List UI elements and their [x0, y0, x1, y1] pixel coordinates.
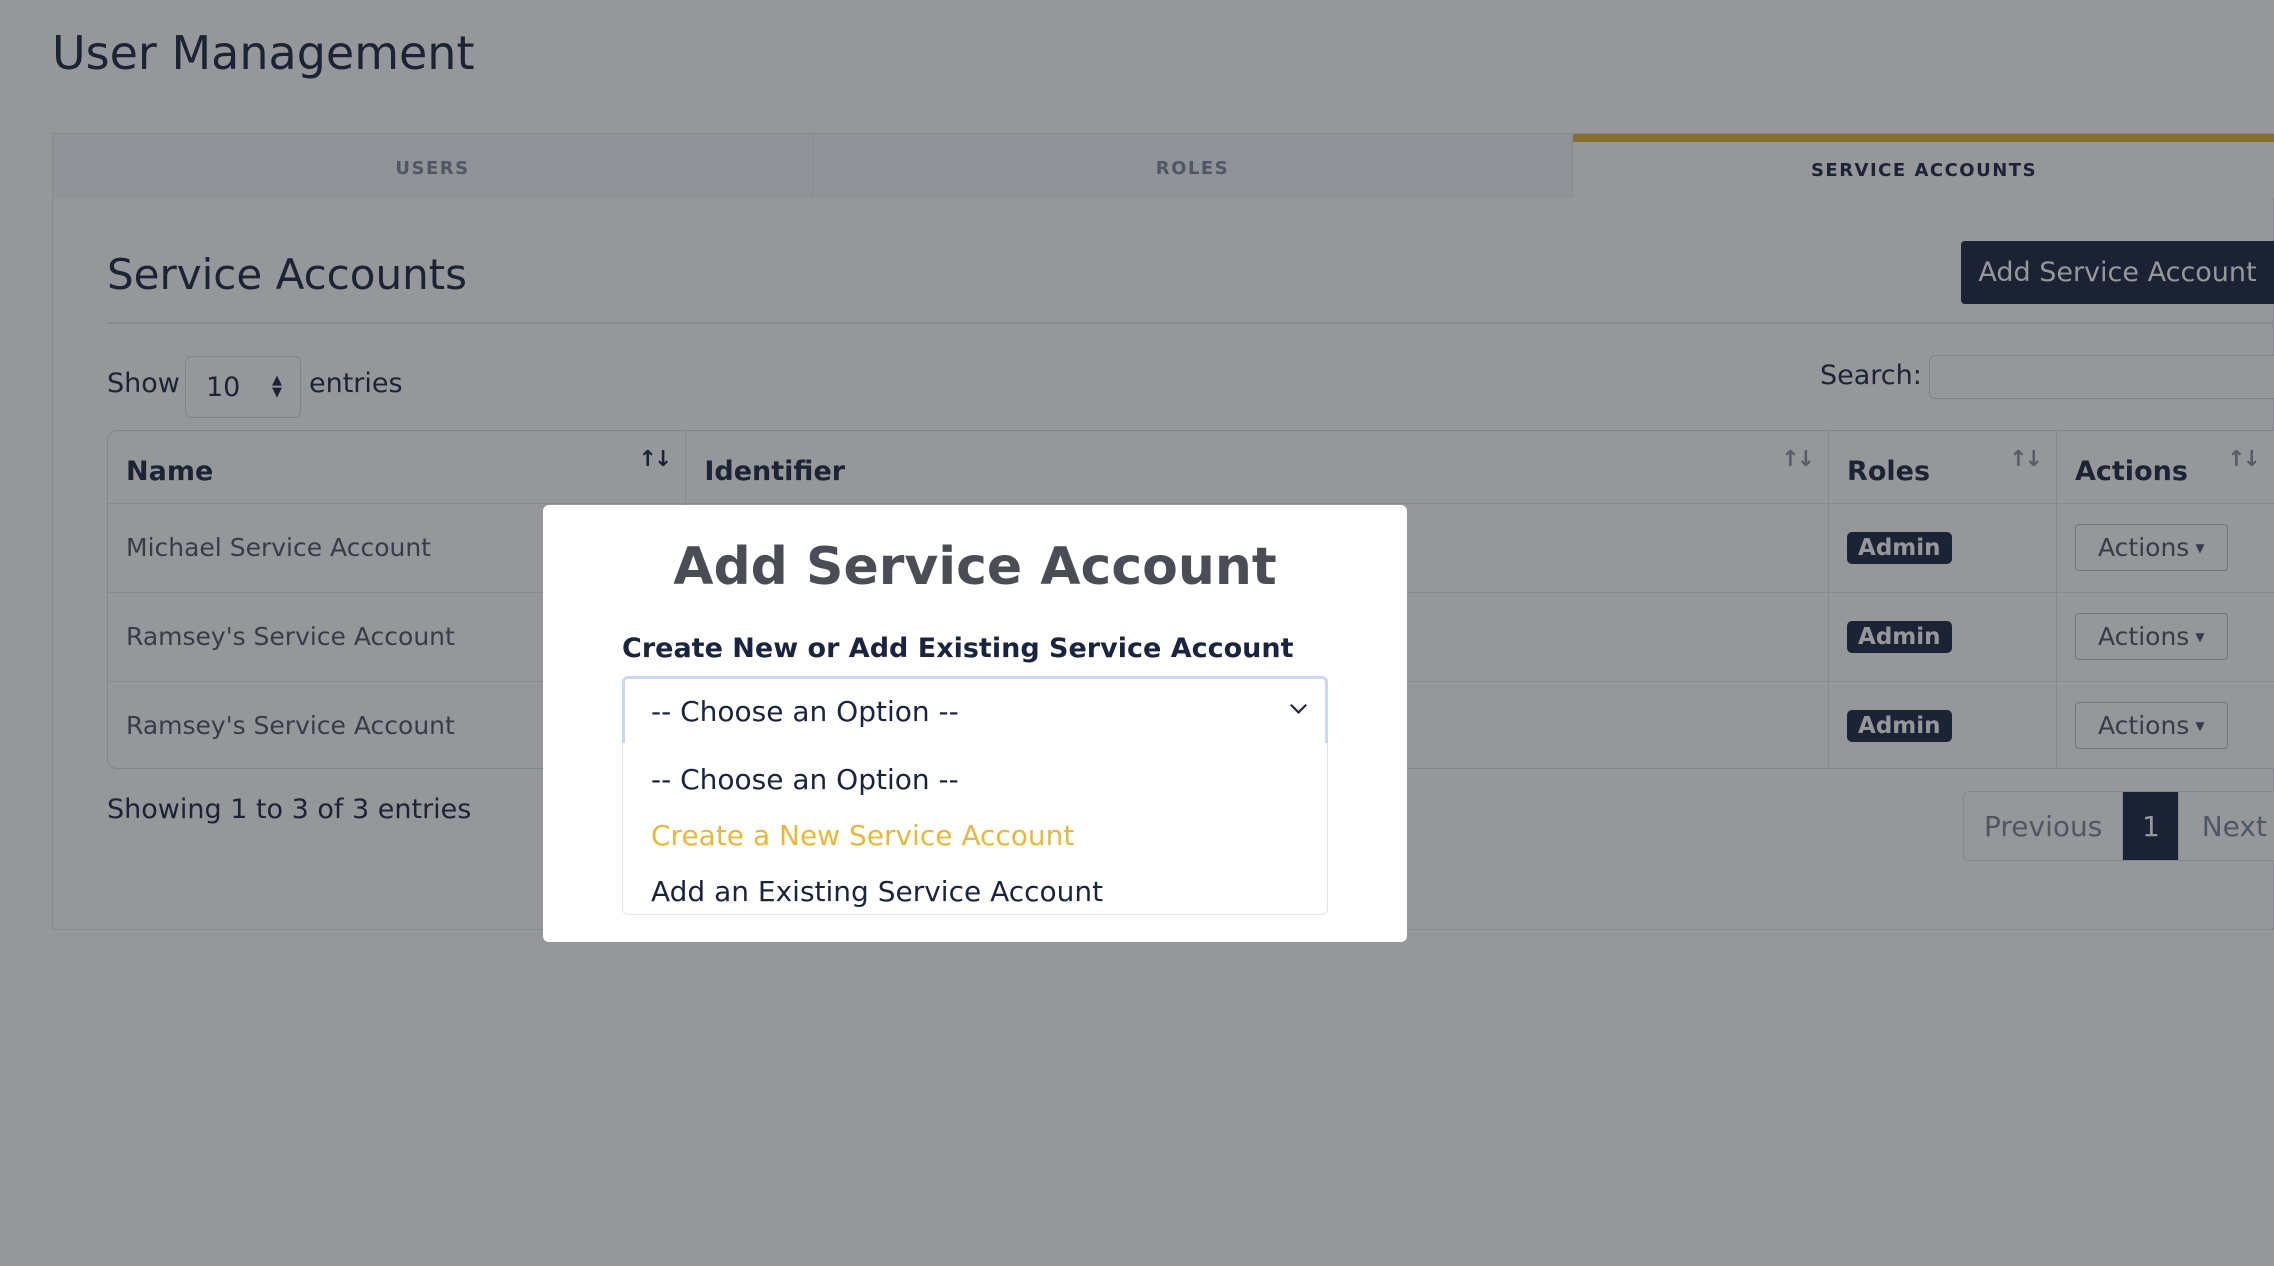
modal-title: Add Service Account: [673, 537, 1277, 597]
add-service-account-modal: Add Service Account Create New or Add Ex…: [543, 505, 1407, 942]
select-dropdown-list: -- Choose an Option -- Create a New Serv…: [622, 743, 1328, 915]
chevron-down-icon: [1290, 697, 1307, 714]
option-choose[interactable]: -- Choose an Option --: [623, 751, 1327, 807]
service-account-option-label: Create New or Add Existing Service Accou…: [622, 633, 1294, 664]
service-account-option-select[interactable]: -- Choose an Option --: [622, 676, 1328, 744]
select-current-value: -- Choose an Option --: [651, 695, 959, 728]
option-add-existing-service-account[interactable]: Add an Existing Service Account: [623, 863, 1327, 919]
page: User Management USERS ROLES SERVICE ACCO…: [0, 0, 2274, 1266]
option-create-new-service-account[interactable]: Create a New Service Account: [623, 807, 1327, 863]
